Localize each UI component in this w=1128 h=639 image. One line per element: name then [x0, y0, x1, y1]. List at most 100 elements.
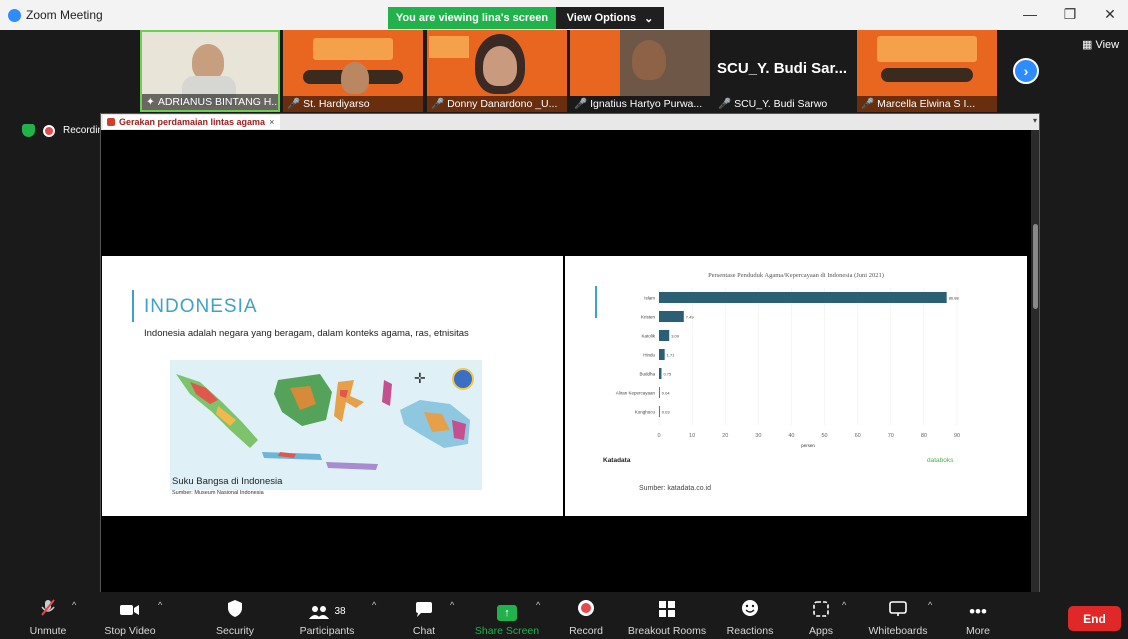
participant-name: 🎤 St. Hardiyarso: [283, 96, 423, 112]
bar-kristen: [659, 311, 684, 322]
more-dots-icon: •••: [969, 602, 987, 621]
x-tick-label: 70: [888, 433, 894, 439]
share-screen-icon: ↑: [497, 605, 517, 621]
event-banner: [877, 36, 977, 62]
smiley-icon: [741, 599, 759, 621]
apps-button[interactable]: Apps: [804, 592, 838, 639]
video-camera-icon: [120, 603, 140, 621]
mic-muted-icon: 🎤: [287, 98, 301, 110]
unmute-button[interactable]: Unmute: [20, 592, 76, 639]
participant-face: [341, 62, 369, 94]
chevron-up-icon[interactable]: ^: [842, 600, 846, 610]
bar-value-label: 1.71: [667, 353, 676, 358]
participant-tile[interactable]: ✦ ADRIANUS BINTANG H...: [140, 30, 280, 112]
indonesia-map: ✛: [170, 360, 482, 490]
participant-tile[interactable]: 🎤 Marcella Elwina S I...: [857, 30, 997, 112]
religion-bar-chart: 0 10 20 30 40 50 60 70 80 90 persen Islam 86.88 Krist…: [616, 288, 960, 448]
participant-tile[interactable]: 🎤 Donny Danardono _U...: [427, 30, 567, 112]
bar-value-label: 0.03: [662, 410, 671, 415]
scrollbar-thumb[interactable]: [1033, 224, 1038, 309]
participants-icon: 38: [308, 603, 346, 621]
chevron-up-icon[interactable]: ^: [158, 600, 162, 610]
share-screen-button[interactable]: ↑ Share Screen: [474, 592, 540, 639]
x-tick-label: 20: [722, 433, 728, 439]
chevron-up-icon[interactable]: ^: [928, 600, 932, 610]
x-tick-label: 40: [788, 433, 794, 439]
scrollbar[interactable]: [1031, 130, 1039, 595]
pdf-icon: [107, 118, 115, 126]
category-label: Hindu: [643, 353, 655, 358]
category-label: Aliran Kepercayaan: [616, 391, 656, 396]
event-banner: [429, 36, 469, 58]
speaker-photos: [881, 68, 973, 82]
globe-icon: [452, 368, 474, 390]
browser-tab-bar: Gerakan perdamaian lintas agama × ▾: [101, 114, 1039, 130]
security-button[interactable]: Security: [210, 592, 260, 639]
category-label: Kristen: [641, 315, 656, 320]
restore-button[interactable]: ❐: [1060, 6, 1080, 23]
x-tick-label: 90: [954, 433, 960, 439]
chevron-up-icon[interactable]: ^: [72, 600, 76, 610]
stop-video-button[interactable]: Stop Video: [98, 592, 162, 639]
viewing-screen-banner: You are viewing lina's screen: [388, 7, 556, 29]
x-tick-label: 60: [855, 433, 861, 439]
record-button[interactable]: Record: [566, 592, 606, 639]
participant-name: 🎤 SCU_Y. Budi Sarwo: [718, 98, 828, 110]
participants-button[interactable]: 38 Participants: [296, 592, 358, 639]
chevron-right-icon: ›: [1023, 63, 1029, 79]
x-axis-label: persen: [801, 443, 815, 448]
view-button[interactable]: ▦ View: [1082, 38, 1119, 51]
x-tick-label: 50: [821, 433, 827, 439]
reactions-button[interactable]: Reactions: [724, 592, 776, 639]
minimize-button[interactable]: —: [1020, 6, 1040, 22]
next-page-button[interactable]: ›: [1013, 58, 1039, 84]
participant-name: 🎤 Ignatius Hartyo Purwa...: [570, 96, 710, 112]
mic-muted-icon: 🎤: [574, 98, 588, 110]
more-button[interactable]: ••• More: [958, 592, 998, 639]
shared-screen: Gerakan perdamaian lintas agama × ▾ INDO…: [100, 113, 1040, 595]
category-label: Buddha: [639, 372, 655, 377]
close-window-button[interactable]: ✕: [1100, 6, 1120, 23]
compass-icon: ✛: [414, 370, 426, 386]
chat-bubble-icon: [416, 602, 432, 621]
bar-value-label: 0.04: [662, 391, 671, 396]
participant-tile[interactable]: 🎤 Ignatius Hartyo Purwa...: [570, 30, 710, 112]
bar-value-label: 86.88: [949, 296, 960, 301]
mic-muted-icon: 🎤: [718, 98, 732, 110]
tab-dropdown-icon[interactable]: ▾: [1033, 116, 1037, 125]
participant-face: [192, 44, 224, 80]
apps-icon: [813, 601, 829, 621]
bar-value-label: 0.75: [663, 372, 672, 377]
chat-button[interactable]: Chat: [404, 592, 444, 639]
participant-tile[interactable]: 🎤 St. Hardiyarso: [283, 30, 423, 112]
record-icon: [577, 599, 595, 621]
category-label: Katolik: [641, 334, 655, 339]
chevron-up-icon[interactable]: ^: [536, 600, 540, 610]
slide-accent-bar: [132, 290, 134, 322]
map-source: Sumber: Museum Nasional Indonesia: [172, 490, 264, 496]
whiteboards-button[interactable]: Whiteboards: [862, 592, 934, 639]
slide-chart: Persentase Penduduk Agama/Kepercayaan di…: [565, 256, 1027, 516]
title-bar: Zoom Meeting You are viewing lina's scre…: [0, 0, 1128, 30]
bar-konghucu: [659, 406, 660, 417]
chart-source: Sumber: katadata.co.id: [639, 485, 711, 492]
x-tick-label: 30: [755, 433, 761, 439]
x-tick-label: 0: [657, 433, 660, 439]
category-label: Islam: [644, 296, 655, 301]
breakout-rooms-button[interactable]: Breakout Rooms: [626, 592, 708, 639]
slide-text: Indonesia adalah negara yang beragam, da…: [144, 328, 469, 339]
chevron-down-icon: ⌄: [644, 12, 654, 25]
chevron-up-icon[interactable]: ^: [450, 600, 454, 610]
tab-close-icon[interactable]: ×: [269, 117, 274, 127]
x-tick-label: 10: [689, 433, 695, 439]
participant-name: 🎤 Marcella Elwina S I...: [857, 96, 997, 112]
view-options-button[interactable]: View Options ⌄: [556, 7, 664, 29]
browser-tab[interactable]: Gerakan perdamaian lintas agama ×: [103, 115, 281, 129]
end-meeting-button[interactable]: End: [1068, 606, 1121, 631]
participant-face: [632, 40, 666, 80]
slide-title: INDONESIA: [144, 296, 258, 317]
zoom-logo-icon: [8, 9, 21, 22]
bar-islam: [659, 292, 947, 303]
chevron-up-icon[interactable]: ^: [372, 600, 376, 610]
window-title: Zoom Meeting: [26, 8, 103, 22]
